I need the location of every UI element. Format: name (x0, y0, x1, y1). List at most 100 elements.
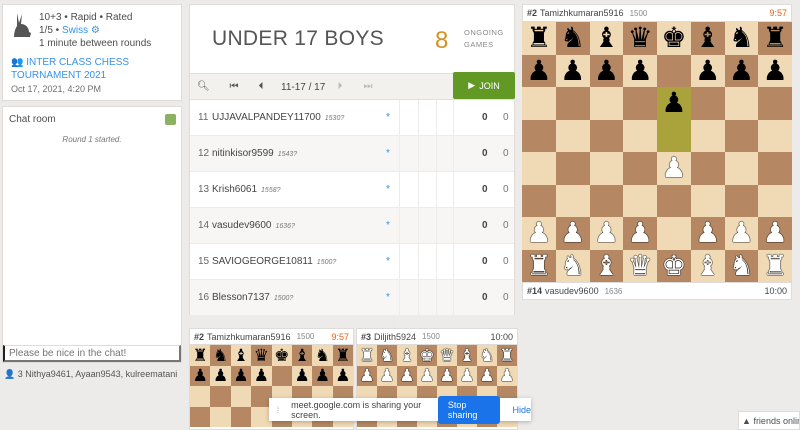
top-player[interactable]: #2 Tamizhkumaran5916 1500 9:57 (522, 4, 792, 22)
square-g8[interactable]: ♞ (724, 22, 759, 55)
white-r-piece[interactable]: ♜ (763, 251, 788, 280)
black-k-piece[interactable]: ♚ (661, 24, 686, 52)
white-p-piece[interactable]: ♟ (661, 154, 686, 182)
black-p-piece[interactable]: ♟ (729, 56, 754, 85)
black-b-piece[interactable]: ♝ (233, 347, 248, 364)
black-p-piece[interactable]: ♟ (695, 56, 720, 85)
square-e7[interactable]: ♟ (437, 365, 457, 386)
black-p-piece[interactable]: ♟ (526, 56, 551, 85)
square-d3[interactable] (623, 184, 657, 217)
black-n-piece[interactable]: ♞ (315, 347, 330, 364)
black-r-piece[interactable]: ♜ (335, 347, 350, 364)
black-q-piece[interactable]: ♛ (628, 24, 653, 52)
black-b-piece[interactable]: ♝ (294, 347, 309, 364)
table-row[interactable]: 11 UJJAVALPANDEY11700 1530? * 0 0 (190, 100, 514, 136)
white-k-piece[interactable]: ♚ (661, 251, 686, 280)
last-page-icon[interactable]: ⏭ (362, 81, 374, 93)
player-name[interactable]: vasudev9600 1636? (212, 220, 295, 231)
chess-board[interactable]: ♜ ♞ ♝ ♛ ♚ ♝ ♞ ♜ ♟ ♟ ♟ ♟ ♟ ♟ ♟ ♟ ♟ ♟ ♟ ♟ ♟ ♟ ♟ ♟ ♜ ♞ ♝ ♛ ♚ ♝ ♞ ♜ (522, 22, 792, 282)
chat-input[interactable] (3, 345, 181, 362)
square-c2[interactable]: ♟ (589, 217, 624, 250)
square-g3[interactable] (724, 184, 759, 217)
square-a8[interactable]: ♜ (190, 345, 211, 366)
black-p-piece[interactable]: ♟ (560, 56, 585, 85)
square-d8[interactable]: ♛ (623, 22, 657, 55)
square-b6[interactable] (555, 87, 590, 120)
prev-page-icon[interactable]: ⏴ (255, 81, 267, 93)
white-p-piece[interactable]: ♟ (439, 367, 454, 384)
white-p-piece[interactable]: ♟ (729, 219, 754, 247)
white-p-piece[interactable]: ♟ (628, 219, 653, 247)
hide-button[interactable]: Hide (512, 405, 531, 415)
white-p-piece[interactable]: ♟ (419, 367, 434, 384)
white-p-piece[interactable]: ♟ (379, 367, 394, 384)
square-e4[interactable]: ♟ (657, 152, 691, 185)
square-b8[interactable]: ♞ (377, 345, 397, 366)
square-e7[interactable] (271, 365, 292, 386)
square-h8[interactable]: ♜ (497, 345, 517, 366)
white-p-piece[interactable]: ♟ (399, 367, 414, 384)
mini1-player[interactable]: #2 Tamizhkumaran5916 1500 9:57 (190, 329, 353, 345)
white-b-piece[interactable]: ♝ (399, 347, 414, 364)
square-h7[interactable]: ♟ (332, 365, 353, 386)
square-e8[interactable]: ♚ (657, 22, 691, 55)
black-n-piece[interactable]: ♞ (213, 347, 228, 364)
square-e1[interactable]: ♚ (657, 249, 691, 282)
chat-toggle[interactable] (165, 114, 176, 125)
square-a7[interactable]: ♟ (357, 365, 377, 386)
black-r-piece[interactable]: ♜ (526, 24, 551, 52)
black-p-piece[interactable]: ♟ (233, 367, 248, 384)
square-f8[interactable]: ♝ (457, 345, 477, 366)
square-b5[interactable] (210, 406, 231, 427)
square-c6[interactable] (589, 87, 624, 120)
square-e3[interactable] (657, 184, 691, 217)
player-name[interactable]: UJJAVALPANDEY11700 1530? (212, 112, 344, 123)
square-d5[interactable] (623, 119, 657, 152)
black-k-piece[interactable]: ♚ (274, 347, 289, 364)
square-a7[interactable]: ♟ (522, 54, 556, 87)
square-h7[interactable]: ♟ (758, 54, 792, 87)
square-g7[interactable]: ♟ (477, 365, 497, 386)
stop-sharing-button[interactable]: Stop sharing (437, 395, 501, 424)
white-p-piece[interactable]: ♟ (526, 219, 551, 247)
featured-game[interactable]: #2 Tamizhkumaran5916 1500 9:57 ♜ ♞ ♝ ♛ ♚ ♝ ♞ ♜ ♟ ♟ ♟ ♟… (522, 4, 792, 300)
square-a4[interactable] (522, 152, 556, 185)
table-row[interactable]: 14 vasudev9600 1636? * 0 0 (190, 208, 514, 244)
square-b7[interactable]: ♟ (377, 365, 397, 386)
black-q-piece[interactable]: ♛ (254, 347, 269, 364)
square-b1[interactable]: ♞ (555, 249, 590, 282)
team-link[interactable]: 👥 INTER CLASS CHESS TOURNAMENT 2021 (11, 56, 173, 82)
black-p-piece[interactable]: ♟ (628, 56, 653, 85)
black-p-piece[interactable]: ♟ (213, 367, 228, 384)
white-p-piece[interactable]: ♟ (695, 219, 720, 247)
square-c3[interactable] (589, 184, 624, 217)
square-f8[interactable]: ♝ (690, 22, 725, 55)
square-h3[interactable] (758, 184, 792, 217)
square-h4[interactable] (758, 152, 792, 185)
square-g4[interactable] (724, 152, 759, 185)
square-f8[interactable]: ♝ (291, 345, 313, 366)
bottom-player[interactable]: #14 vasudev9600 1636 10:00 (522, 282, 792, 300)
square-h1[interactable]: ♜ (758, 249, 792, 282)
square-c7[interactable]: ♟ (589, 54, 624, 87)
square-f6[interactable] (690, 87, 725, 120)
square-h2[interactable]: ♟ (758, 217, 792, 250)
square-b5[interactable] (555, 119, 590, 152)
square-c5[interactable] (589, 119, 624, 152)
black-p-piece[interactable]: ♟ (193, 367, 208, 384)
white-b-piece[interactable]: ♝ (459, 347, 474, 364)
square-g6[interactable] (724, 87, 759, 120)
square-g8[interactable]: ♞ (312, 345, 333, 366)
next-page-icon[interactable]: ⏵ (334, 81, 346, 93)
square-g2[interactable]: ♟ (724, 217, 759, 250)
square-c4[interactable] (589, 152, 624, 185)
white-p-piece[interactable]: ♟ (499, 367, 514, 384)
square-b7[interactable]: ♟ (210, 365, 231, 386)
black-p-piece[interactable]: ♟ (254, 367, 269, 384)
white-r-piece[interactable]: ♜ (526, 251, 551, 280)
black-p-piece[interactable]: ♟ (594, 56, 619, 85)
black-p-piece[interactable]: ♟ (335, 367, 350, 384)
square-d6[interactable] (623, 87, 657, 120)
table-row[interactable]: 16 Blesson7137 1500? * 0 0 (190, 280, 514, 316)
black-r-piece[interactable]: ♜ (193, 347, 208, 364)
